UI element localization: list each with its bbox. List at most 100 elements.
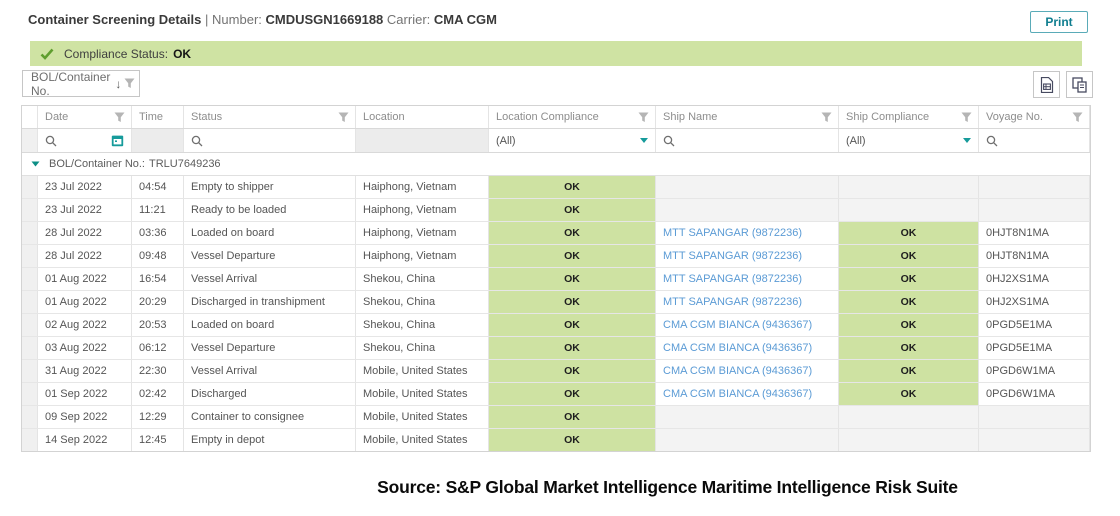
column-header-status[interactable]: Status [184, 106, 356, 128]
ship-link[interactable]: MTT SAPANGAR (9872236) [663, 273, 802, 285]
ship-link[interactable]: MTT SAPANGAR (9872236) [663, 250, 802, 262]
cell-ship-name [656, 429, 839, 451]
funnel-icon[interactable] [638, 112, 649, 123]
cell-location-compliance: OK [489, 199, 656, 221]
ship-compliance-filter-select[interactable]: (All) [839, 129, 979, 152]
ship-link[interactable]: CMA CGM BIANCA (9436367) [663, 342, 812, 354]
cell-ship-compliance: OK [839, 360, 979, 382]
cell-status: Ready to be loaded [184, 199, 356, 221]
cell-ship-name: CMA CGM BIANCA (9436367) [656, 360, 839, 382]
funnel-icon [124, 78, 135, 89]
magnifier-icon [663, 135, 675, 147]
group-row-label: BOL/Container No.: [49, 158, 145, 170]
container-screening-page: Container Screening Details | Number: CM… [0, 0, 1120, 516]
copy-button[interactable] [1066, 71, 1093, 98]
funnel-icon[interactable] [114, 112, 125, 123]
cell-location: Haiphong, Vietnam [356, 199, 489, 221]
cell-voyage: 0PGD5E1MA [979, 337, 1090, 359]
funnel-icon[interactable] [961, 112, 972, 123]
column-header-ship-name[interactable]: Ship Name [656, 106, 839, 128]
cell-status: Discharged [184, 383, 356, 405]
cell-location: Shekou, China [356, 337, 489, 359]
magnifier-icon [45, 135, 57, 147]
cell-status: Empty to shipper [184, 176, 356, 198]
ship-link[interactable]: CMA CGM BIANCA (9436367) [663, 319, 812, 331]
cell-time: 16:54 [132, 268, 184, 290]
cell-ship-name: MTT SAPANGAR (9872236) [656, 222, 839, 244]
export-button[interactable] [1033, 71, 1060, 98]
table-row: 28 Jul 202209:48Vessel DepartureHaiphong… [22, 245, 1090, 268]
voyage-filter-input[interactable] [979, 129, 1090, 152]
print-button[interactable]: Print [1030, 11, 1088, 33]
calendar-icon[interactable] [111, 134, 124, 147]
cell-ship-compliance [839, 176, 979, 198]
cell-location-compliance: OK [489, 314, 656, 336]
cell-location-compliance: OK [489, 291, 656, 313]
column-header-voyage[interactable]: Voyage No. [979, 106, 1090, 128]
collapse-arrow-icon[interactable] [31, 161, 40, 167]
cell-location-compliance: OK [489, 429, 656, 451]
cell-location-compliance: OK [489, 383, 656, 405]
table-row: 01 Aug 202220:29Discharged in transhipme… [22, 291, 1090, 314]
funnel-icon[interactable] [821, 112, 832, 123]
screening-events-table: Date Time Status Location Location Compl… [21, 105, 1091, 452]
ship-link[interactable]: MTT SAPANGAR (9872236) [663, 296, 802, 308]
cell-indent [22, 291, 38, 313]
column-header-location[interactable]: Location [356, 106, 489, 128]
cell-status: Container to consignee [184, 406, 356, 428]
cell-location-compliance: OK [489, 176, 656, 198]
cell-ship-name: MTT SAPANGAR (9872236) [656, 291, 839, 313]
ship-link[interactable]: CMA CGM BIANCA (9436367) [663, 388, 812, 400]
cell-date: 01 Aug 2022 [38, 291, 132, 313]
column-header-ship-compliance[interactable]: Ship Compliance [839, 106, 979, 128]
group-chip-label: BOL/Container No. [31, 70, 110, 98]
status-filter-input[interactable] [184, 129, 356, 152]
ship-link[interactable]: CMA CGM BIANCA (9436367) [663, 365, 812, 377]
table-row: 01 Aug 202216:54Vessel ArrivalShekou, Ch… [22, 268, 1090, 291]
ship-name-filter-input[interactable] [656, 129, 839, 152]
magnifier-icon [191, 135, 203, 147]
cell-voyage: 0PGD6W1MA [979, 383, 1090, 405]
cell-ship-compliance [839, 429, 979, 451]
cell-status: Vessel Departure [184, 245, 356, 267]
cell-ship-name: CMA CGM BIANCA (9436367) [656, 383, 839, 405]
table-row: 09 Sep 202212:29Container to consigneeMo… [22, 406, 1090, 429]
table-body: 23 Jul 202204:54Empty to shipperHaiphong… [22, 176, 1090, 451]
group-by-chip[interactable]: BOL/Container No. ↓ [22, 70, 140, 97]
cell-indent [22, 199, 38, 221]
table-row: 23 Jul 202204:54Empty to shipperHaiphong… [22, 176, 1090, 199]
cell-indent [22, 245, 38, 267]
cell-indent [22, 360, 38, 382]
cell-status: Loaded on board [184, 314, 356, 336]
cell-time: 09:48 [132, 245, 184, 267]
compliance-status-banner: Compliance Status: OK [30, 41, 1082, 66]
cell-time: 12:45 [132, 429, 184, 451]
column-header-date[interactable]: Date [38, 106, 132, 128]
funnel-icon[interactable] [1072, 112, 1083, 123]
cell-voyage: 0HJ2XS1MA [979, 291, 1090, 313]
cell-date: 02 Aug 2022 [38, 314, 132, 336]
location-compliance-filter-select[interactable]: (All) [489, 129, 656, 152]
chevron-down-icon [963, 138, 971, 143]
cell-location-compliance: OK [489, 245, 656, 267]
funnel-icon[interactable] [338, 112, 349, 123]
cell-location-compliance: OK [489, 337, 656, 359]
cell-location: Mobile, United States [356, 406, 489, 428]
cell-ship-name [656, 406, 839, 428]
cell-status: Vessel Arrival [184, 268, 356, 290]
cell-voyage [979, 429, 1090, 451]
cell-ship-compliance: OK [839, 291, 979, 313]
cell-time: 11:21 [132, 199, 184, 221]
source-attribution: Source: S&P Global Market Intelligence M… [0, 477, 1120, 498]
cell-indent [22, 406, 38, 428]
ship-link[interactable]: MTT SAPANGAR (9872236) [663, 227, 802, 239]
column-header-location-compliance[interactable]: Location Compliance [489, 106, 656, 128]
container-number: CMDUSGN1669188 [266, 12, 384, 27]
column-header-time[interactable]: Time [132, 106, 184, 128]
cell-date: 23 Jul 2022 [38, 199, 132, 221]
cell-status: Loaded on board [184, 222, 356, 244]
cell-status: Empty in depot [184, 429, 356, 451]
number-label: Number: [212, 12, 262, 27]
cell-date: 03 Aug 2022 [38, 337, 132, 359]
date-filter-input[interactable] [38, 129, 132, 152]
